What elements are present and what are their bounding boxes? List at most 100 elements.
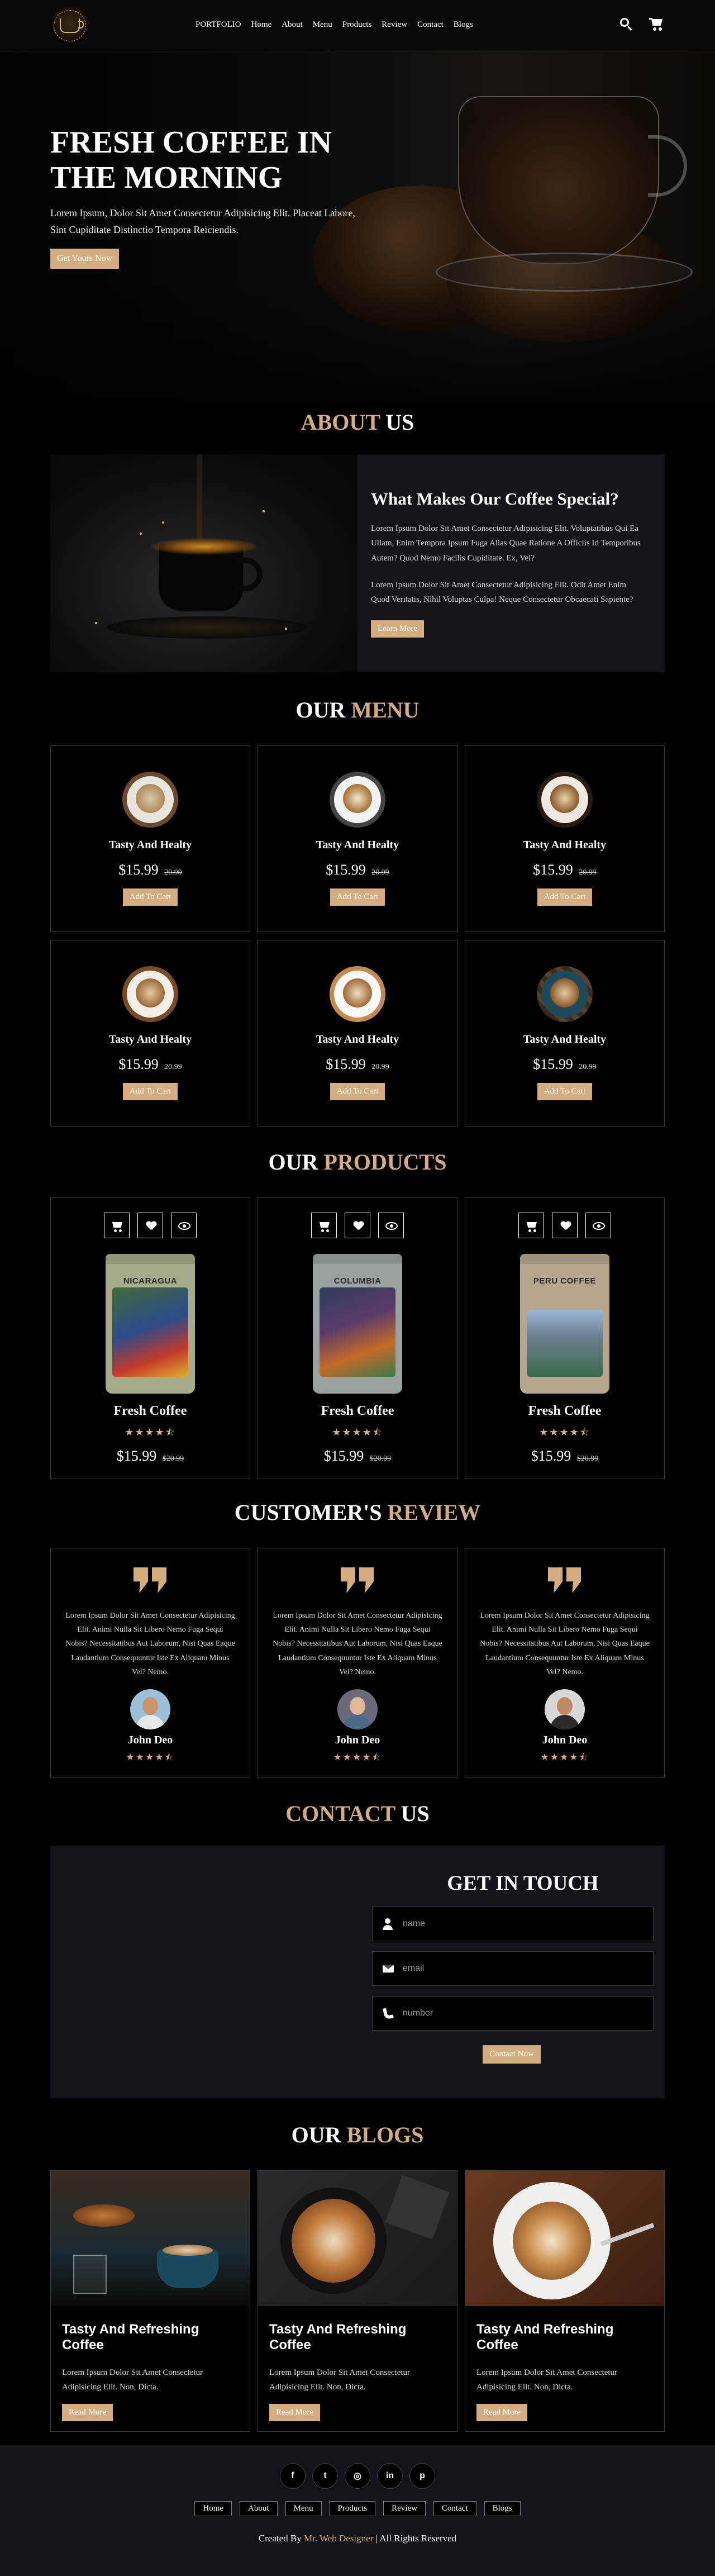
blogs-title: OUR BLOGS bbox=[291, 2122, 424, 2147]
quote-icon bbox=[548, 1567, 581, 1593]
map-area[interactable] bbox=[50, 1846, 358, 2098]
menu-item-price: $15.99 20.99 bbox=[326, 1056, 389, 1072]
name-input[interactable] bbox=[403, 1919, 637, 1929]
rating-stars: ★★★★⯪ bbox=[125, 1427, 176, 1438]
menu-item-name: Tasty And Healty bbox=[316, 1033, 399, 1045]
product-price: $15.99 $20.99 bbox=[531, 1448, 599, 1464]
nav-portfolio[interactable]: PORTFOLIO bbox=[196, 20, 241, 30]
linkedin-icon[interactable]: in bbox=[377, 2463, 403, 2489]
credit-name[interactable]: Mr. Web Designer bbox=[304, 2533, 373, 2544]
contact-title: CONTACT US bbox=[285, 1801, 430, 1826]
cart-icon[interactable] bbox=[104, 1213, 130, 1238]
heart-icon[interactable] bbox=[137, 1213, 163, 1238]
menu-card: Tasty And Healty $15.99 20.99 Add To Car… bbox=[50, 940, 250, 1127]
cart-icon[interactable] bbox=[311, 1213, 337, 1238]
footer-link-home[interactable]: Home bbox=[194, 2501, 232, 2516]
envelope-icon bbox=[373, 1952, 403, 1985]
footer-link-about[interactable]: About bbox=[240, 2501, 278, 2516]
footer-link-contact[interactable]: Contact bbox=[433, 2501, 476, 2516]
hero-content: FRESH COFFEE IN THE MORNING Lorem Ipsum,… bbox=[50, 125, 363, 269]
eye-icon[interactable] bbox=[171, 1213, 197, 1238]
nav-products[interactable]: Products bbox=[342, 20, 372, 30]
learn-more-button[interactable]: Learn More bbox=[371, 620, 425, 638]
twitter-icon[interactable]: t bbox=[312, 2463, 338, 2489]
avatar bbox=[337, 1689, 378, 1729]
nav-home[interactable]: Home bbox=[251, 20, 272, 30]
heart-icon[interactable] bbox=[552, 1213, 578, 1238]
menu-item-price: $15.99 20.99 bbox=[326, 862, 389, 878]
review-text: Lorem Ipsum Dolor Sit Amet Consectetur A… bbox=[65, 1612, 235, 1676]
footer-link-menu[interactable]: Menu bbox=[285, 2501, 322, 2516]
footer-link-blogs[interactable]: Blogs bbox=[484, 2501, 521, 2516]
header-icons bbox=[619, 17, 664, 31]
add-to-cart-button[interactable]: Add To Cart bbox=[537, 1083, 593, 1100]
eye-icon[interactable] bbox=[585, 1213, 611, 1238]
blog-image bbox=[258, 2171, 457, 2306]
product-card: PERU COFFEE Fresh Coffee ★★★★⯪ $15.99 $2… bbox=[465, 1197, 665, 1479]
nav-contact[interactable]: Contact bbox=[417, 20, 444, 30]
hero-text: Lorem Ipsum, Dolor Sit Amet Consectetur … bbox=[50, 207, 355, 236]
nav-review[interactable]: Review bbox=[382, 20, 407, 30]
pinterest-icon[interactable]: p bbox=[409, 2463, 435, 2489]
blog-title: Tasty And Refreshing Coffee bbox=[62, 2322, 199, 2352]
footer-link-review[interactable]: Review bbox=[383, 2501, 426, 2516]
product-card: COLUMBIA Fresh Coffee ★★★★⯪ $15.99 $20.9… bbox=[258, 1197, 457, 1479]
facebook-icon[interactable]: f bbox=[280, 2463, 306, 2489]
number-field bbox=[372, 1996, 654, 2031]
number-input[interactable] bbox=[403, 2008, 637, 2018]
read-more-button[interactable]: Read More bbox=[269, 2403, 321, 2421]
logo[interactable] bbox=[50, 7, 89, 45]
hero-title: FRESH COFFEE IN THE MORNING bbox=[50, 125, 332, 195]
nav-menu[interactable]: Menu bbox=[313, 20, 332, 30]
contact-now-button[interactable]: Contact Now bbox=[483, 2045, 541, 2064]
products-title: OUR PRODUCTS bbox=[268, 1149, 447, 1175]
cart-icon[interactable] bbox=[518, 1213, 544, 1238]
search-icon[interactable] bbox=[619, 17, 633, 31]
rating-stars: ★★★★⯪ bbox=[539, 1427, 590, 1438]
menu-card: Tasty And Healty $15.99 20.99 Add To Car… bbox=[465, 745, 665, 932]
bag-label: COLUMBIA bbox=[333, 1276, 382, 1286]
email-field bbox=[372, 1951, 654, 1986]
about-coffee-image bbox=[50, 454, 358, 672]
avatar bbox=[545, 1689, 585, 1729]
menu-grid: Tasty And Healty $15.99 20.99 Add To Car… bbox=[50, 745, 665, 1127]
menu-item-price: $15.99 20.99 bbox=[533, 862, 597, 878]
quote-icon bbox=[341, 1567, 374, 1593]
menu-item-price: $15.99 20.99 bbox=[118, 1056, 182, 1072]
blog-title: Tasty And Refreshing Coffee bbox=[476, 2322, 614, 2352]
rating-stars: ★★★★⯪ bbox=[333, 1751, 382, 1762]
nav-blogs[interactable]: Blogs bbox=[454, 20, 473, 30]
get-yours-now-button[interactable]: Get Yours Now bbox=[50, 248, 120, 269]
blog-card: Tasty And Refreshing Coffee Lorem Ipsum … bbox=[258, 2170, 457, 2432]
product-name: Fresh Coffee bbox=[113, 1404, 187, 1418]
product-name: Fresh Coffee bbox=[321, 1404, 394, 1418]
name-field bbox=[372, 1907, 654, 1941]
footer-link-products[interactable]: Products bbox=[329, 2501, 376, 2516]
heart-icon[interactable] bbox=[345, 1213, 370, 1238]
main-nav: PORTFOLIO Home About Menu Products Revie… bbox=[196, 20, 473, 30]
add-to-cart-button[interactable]: Add To Cart bbox=[122, 888, 178, 906]
reviewer-name: John Deo bbox=[335, 1733, 380, 1746]
product-card: NICARAGUA Fresh Coffee ★★★★⯪ $15.99 $20.… bbox=[50, 1197, 250, 1479]
read-more-button[interactable]: Read More bbox=[62, 2403, 113, 2421]
coffee-cup-image bbox=[330, 772, 385, 828]
email-input[interactable] bbox=[403, 1964, 637, 1974]
add-to-cart-button[interactable]: Add To Cart bbox=[330, 1083, 385, 1100]
rating-stars: ★★★★⯪ bbox=[540, 1751, 589, 1762]
menu-card: Tasty And Healty $15.99 20.99 Add To Car… bbox=[258, 745, 457, 932]
menu-card: Tasty And Healty $15.99 20.99 Add To Car… bbox=[258, 940, 457, 1127]
product-name: Fresh Coffee bbox=[528, 1404, 602, 1418]
cart-icon[interactable] bbox=[649, 17, 664, 31]
instagram-icon[interactable]: ◎ bbox=[345, 2463, 370, 2489]
eye-icon[interactable] bbox=[378, 1213, 404, 1238]
review-card: Lorem Ipsum Dolor Sit Amet Consectetur A… bbox=[465, 1548, 665, 1778]
add-to-cart-button[interactable]: Add To Cart bbox=[330, 888, 385, 906]
menu-item-name: Tasty And Healty bbox=[523, 839, 607, 851]
blog-text: Lorem Ipsum Dolor Sit Amet Consectetur A… bbox=[476, 2368, 618, 2392]
review-text: Lorem Ipsum Dolor Sit Amet Consectetur A… bbox=[480, 1612, 650, 1676]
nav-about[interactable]: About bbox=[282, 20, 303, 30]
coffee-cup-image bbox=[330, 966, 385, 1022]
read-more-button[interactable]: Read More bbox=[476, 2403, 528, 2421]
add-to-cart-button[interactable]: Add To Cart bbox=[122, 1083, 178, 1100]
add-to-cart-button[interactable]: Add To Cart bbox=[537, 888, 593, 906]
